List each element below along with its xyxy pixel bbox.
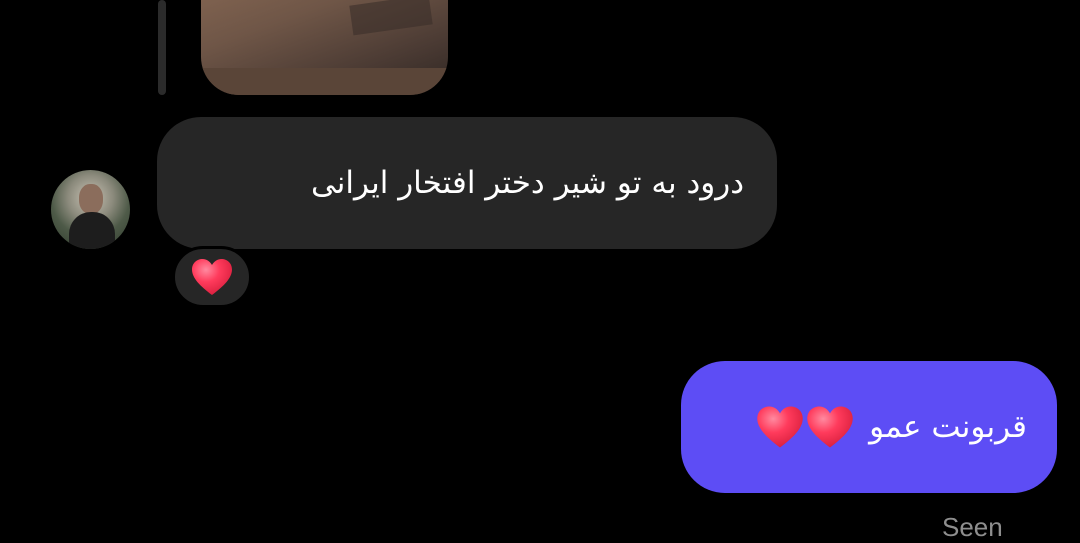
heart-icon [807, 406, 853, 448]
message-reaction[interactable] [172, 246, 252, 308]
seen-status: Seen [942, 512, 1003, 542]
avatar-body [69, 212, 115, 249]
incoming-message-text: درود به تو شیر دختر افتخار ایرانی [310, 165, 744, 201]
media-detail [201, 68, 448, 95]
heart-icon [192, 259, 232, 295]
outgoing-message-bubble[interactable]: قربونت عمو [681, 361, 1057, 493]
reply-thread-line [158, 0, 166, 95]
avatar-head [79, 184, 103, 214]
sender-avatar[interactable] [51, 170, 130, 249]
media-detail [349, 0, 433, 36]
shared-media-thumbnail[interactable] [201, 0, 448, 95]
incoming-message-bubble[interactable]: درود به تو شیر دختر افتخار ایرانی [157, 117, 777, 249]
outgoing-message-content: قربونت عمو [755, 404, 1027, 450]
outgoing-message-text: قربونت عمو [869, 409, 1027, 445]
heart-icon [757, 406, 803, 448]
